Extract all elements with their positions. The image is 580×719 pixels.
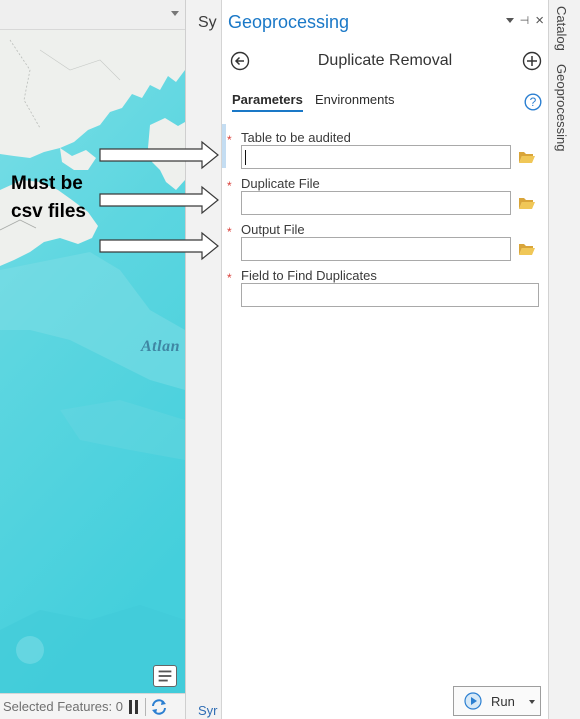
pane-title: Geoprocessing (228, 12, 350, 32)
field-to-find-duplicates-input[interactable] (241, 283, 539, 307)
symbology-bottom-tab[interactable]: Syr (198, 703, 218, 718)
browse-folder-icon[interactable] (518, 196, 536, 210)
map-tab-strip (0, 0, 185, 30)
pane-menu-icon[interactable] (505, 18, 514, 23)
dock-tab-catalog[interactable]: Catalog (554, 6, 569, 51)
pane-window-controls: ⊣ × (505, 13, 544, 28)
output-file-input[interactable] (241, 237, 511, 261)
help-icon[interactable]: ? (524, 93, 542, 111)
active-parameter-indicator (222, 124, 226, 168)
legend-icon[interactable] (153, 665, 177, 687)
param-label-field: Field to Find Duplicates (241, 268, 377, 283)
table-to-audit-input[interactable] (241, 145, 511, 169)
required-marker: * (227, 133, 232, 147)
duplicate-file-input[interactable] (241, 191, 511, 215)
right-dock-tabs: Catalog Geoprocessing (548, 0, 580, 719)
text-cursor (245, 150, 246, 165)
symbology-pane-collapsed[interactable]: Sy Syr (185, 0, 222, 719)
map-status-bar: Selected Features: 0 (0, 693, 185, 719)
tab-environments[interactable]: Environments (315, 92, 394, 107)
param-label-table: Table to be audited (241, 130, 351, 145)
param-label-duplicate-file: Duplicate File (241, 176, 320, 191)
map-canvas[interactable] (0, 30, 185, 693)
pane-footer: Run (222, 683, 548, 719)
tool-title: Duplicate Removal (317, 52, 453, 69)
run-button[interactable]: Run (453, 686, 541, 716)
selected-features-count: Selected Features: 0 (3, 699, 123, 714)
required-marker: * (227, 271, 232, 285)
map-view[interactable]: Atlan Selected Features: 0 (0, 0, 185, 719)
run-label: Run (491, 693, 515, 709)
close-icon[interactable]: × (535, 13, 544, 28)
run-options-dropdown-icon[interactable] (529, 700, 535, 704)
required-marker: * (227, 179, 232, 193)
browse-folder-icon[interactable] (518, 150, 536, 164)
annotation-line-1: Must be (11, 173, 83, 194)
annotation-note: Must be csv files (11, 170, 131, 226)
refresh-icon[interactable] (150, 698, 168, 716)
status-divider (144, 697, 146, 716)
play-icon (464, 692, 482, 710)
pin-icon[interactable]: ⊣ (520, 14, 530, 27)
tab-list-dropdown-icon[interactable] (171, 11, 179, 16)
ocean-label: Atlan (141, 338, 180, 355)
param-label-output-file: Output File (241, 222, 305, 237)
dock-tab-geoprocessing[interactable]: Geoprocessing (554, 64, 569, 151)
tab-parameters[interactable]: Parameters (232, 92, 303, 112)
browse-folder-icon[interactable] (518, 242, 536, 256)
pause-icon[interactable] (128, 699, 138, 714)
required-marker: * (227, 225, 232, 239)
symbology-tab-label[interactable]: Sy (198, 14, 217, 32)
annotation-line-2: csv files (11, 201, 86, 222)
svg-text:?: ? (530, 95, 537, 109)
add-icon[interactable] (522, 51, 542, 71)
geoprocessing-pane: Geoprocessing ⊣ × Duplicate Removal Para… (222, 0, 548, 719)
